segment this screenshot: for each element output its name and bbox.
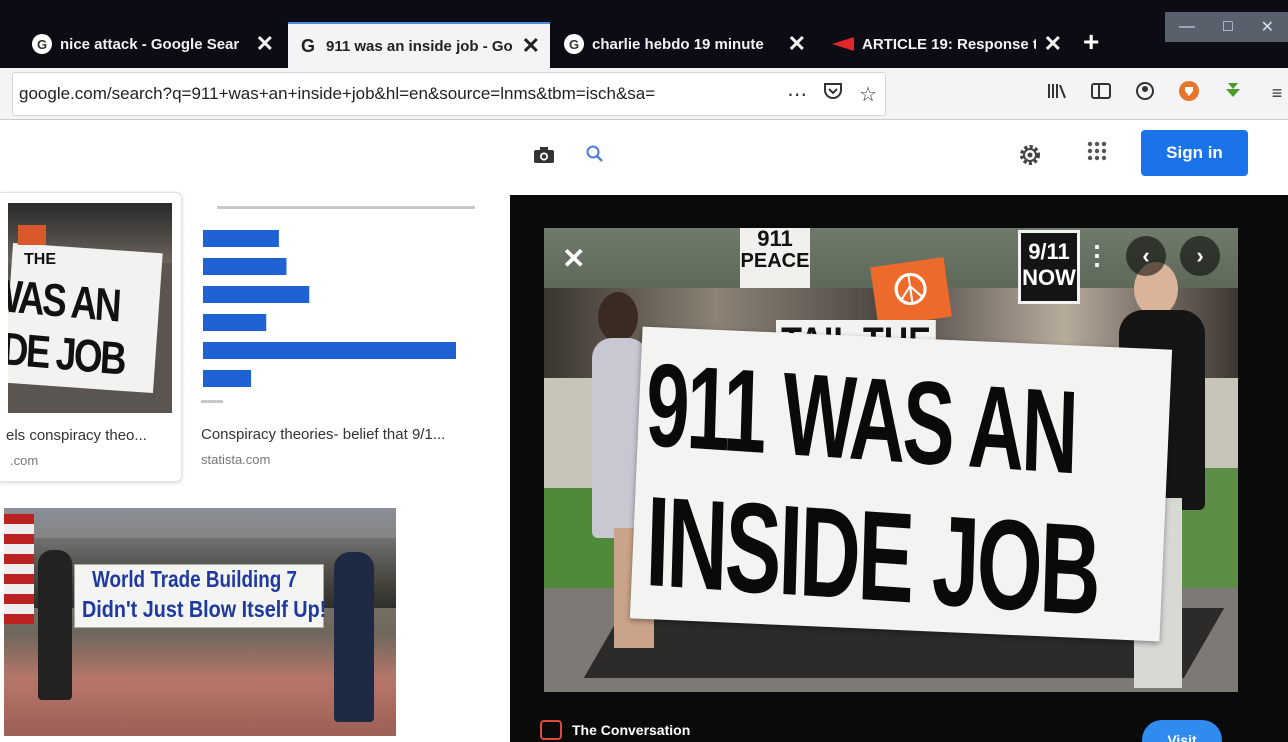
google-g-icon: G xyxy=(300,35,315,56)
the-conversation-logo-icon xyxy=(540,720,562,740)
chart-bar xyxy=(203,286,310,303)
tab-title: ARTICLE 19: Response to xyxy=(862,35,1036,53)
image-result-card[interactable]: Conspiracy theories- belief that 9/1... … xyxy=(195,192,485,482)
close-tab-icon[interactable]: ✕ xyxy=(256,31,274,57)
search-icon[interactable] xyxy=(585,144,605,170)
library-icon[interactable] xyxy=(1046,82,1068,105)
result-source: statista.com xyxy=(201,452,271,467)
tab-article-19[interactable]: ARTICLE 19: Response to ✕ xyxy=(822,22,1072,66)
menu-icon[interactable]: ≡ xyxy=(1266,83,1288,104)
result-caption[interactable]: els conspiracy theo... xyxy=(6,427,176,444)
article19-flag-icon xyxy=(832,37,854,51)
chart-bar xyxy=(203,258,287,275)
tab-911-inside-job[interactable]: G 911 was an inside job - Go ✕ xyxy=(288,22,550,68)
preview-sign-peace: 911 PEACE xyxy=(740,228,810,288)
thumb-banner-text-1: THE xyxy=(24,251,56,268)
preview-sign-now-line2: NOW xyxy=(1022,265,1076,290)
address-bar[interactable]: google.com/search?q=911+was+an+inside+jo… xyxy=(12,72,886,116)
preview-sign-orange: ☮ xyxy=(870,257,952,327)
chart-bar xyxy=(203,230,279,247)
result-thumbnail[interactable]: THE WAS AN DE JOB xyxy=(8,203,172,413)
navigation-bar: google.com/search?q=911+was+an+inside+jo… xyxy=(0,68,1288,120)
close-tab-icon[interactable]: ✕ xyxy=(788,31,806,57)
more-options-icon[interactable]: ⋮ xyxy=(1084,240,1110,271)
thumb-flag xyxy=(4,514,34,624)
result-source: .com xyxy=(10,453,39,468)
preview-sign-now: 9/11 NOW xyxy=(1018,230,1080,304)
chart-footnote xyxy=(201,400,223,403)
maximize-button[interactable]: □ xyxy=(1223,18,1233,36)
result-thumbnail[interactable]: World Trade Building 7 Didn't Just Blow … xyxy=(4,508,396,736)
chart-bar xyxy=(203,342,456,359)
sign-in-button[interactable]: Sign in xyxy=(1141,130,1248,176)
preview-banner-line2: INSIDE JOB xyxy=(644,470,1101,643)
google-icon: G xyxy=(564,34,584,54)
google-apps-icon[interactable] xyxy=(1086,140,1108,168)
close-tab-icon[interactable]: ✕ xyxy=(1044,31,1062,57)
thumb-banner-text-3: DE JOB xyxy=(8,322,126,385)
url-text[interactable]: google.com/search?q=911+was+an+inside+jo… xyxy=(19,84,779,104)
close-window-button[interactable]: ✕ xyxy=(1261,17,1274,37)
thumb-banner-text-2: Didn't Just Blow Itself Up! xyxy=(82,596,327,622)
close-tab-icon[interactable]: ✕ xyxy=(522,33,540,59)
chart-bar xyxy=(203,314,267,331)
tab-title: charlie hebdo 19 minute xyxy=(592,35,764,53)
image-result-card[interactable]: THE WAS AN DE JOB els conspiracy theo...… xyxy=(0,192,182,482)
preview-banner-line1: 911 WAS AN xyxy=(644,339,1078,500)
screen: G nice attack - Google Sear ✕ G 911 was … xyxy=(0,0,1288,742)
sidebar-icon[interactable] xyxy=(1090,82,1112,105)
thumb-person-left xyxy=(38,550,72,700)
thumb-banner-text-1: World Trade Building 7 xyxy=(92,566,298,592)
download-icon[interactable] xyxy=(1222,81,1244,106)
page-actions-icon[interactable]: ⋯ xyxy=(787,82,807,107)
preview-sign-peace-line1: 911 xyxy=(757,228,793,251)
new-tab-button[interactable]: + xyxy=(1083,26,1099,58)
window-controls: — □ ✕ xyxy=(1165,12,1288,42)
bar-chart-thumbnail xyxy=(203,230,456,387)
settings-gear-icon[interactable] xyxy=(1017,142,1043,175)
preview-sign-now-line1: 9/11 xyxy=(1028,239,1070,264)
thumb-person-right xyxy=(334,552,374,722)
next-image-button[interactable]: › xyxy=(1180,236,1220,276)
result-thumbnail[interactable] xyxy=(195,200,480,415)
preview-source[interactable]: The Conversation xyxy=(540,720,690,740)
tab-strip: G nice attack - Google Sear ✕ G 911 was … xyxy=(0,0,1288,68)
tab-charlie-hebdo[interactable]: G charlie hebdo 19 minute ✕ xyxy=(554,22,816,66)
google-icon: G xyxy=(32,34,52,54)
account-icon[interactable] xyxy=(1134,81,1156,106)
minimize-button[interactable]: — xyxy=(1179,18,1195,36)
close-preview-icon[interactable]: ✕ xyxy=(562,242,585,275)
image-preview-panel: 911 PEACE ☮ 9/11 NOW TAIL THE 911 WAS AN… xyxy=(510,195,1288,742)
previous-image-button[interactable]: ‹ xyxy=(1126,236,1166,276)
tab-title: nice attack - Google Sear xyxy=(60,35,240,53)
image-result-card[interactable]: World Trade Building 7 Didn't Just Blow … xyxy=(4,508,396,738)
image-results: THE WAS AN DE JOB els conspiracy theo...… xyxy=(0,192,510,742)
chart-bar xyxy=(203,370,252,387)
bookmark-star-icon[interactable]: ☆ xyxy=(859,82,877,107)
google-header: Sign in xyxy=(0,120,1288,192)
preview-source-name[interactable]: The Conversation xyxy=(572,722,690,738)
pocket-icon[interactable] xyxy=(823,82,843,106)
camera-icon[interactable] xyxy=(533,146,555,170)
preview-sign-peace-line2: PEACE xyxy=(740,250,810,272)
toolbar: ≡ xyxy=(1046,80,1288,107)
tab-nice-attack[interactable]: G nice attack - Google Sear ✕ xyxy=(22,22,284,66)
preview-image[interactable]: 911 PEACE ☮ 9/11 NOW TAIL THE 911 WAS AN… xyxy=(544,228,1238,692)
tab-title: 911 was an inside job - Go xyxy=(326,37,513,55)
result-caption[interactable]: Conspiracy theories- belief that 9/1... xyxy=(201,426,481,443)
thumb-peace-sign xyxy=(18,225,46,245)
ublock-icon[interactable] xyxy=(1178,80,1200,107)
visit-button[interactable]: Visit xyxy=(1142,720,1222,742)
preview-person-left-head xyxy=(598,292,638,342)
